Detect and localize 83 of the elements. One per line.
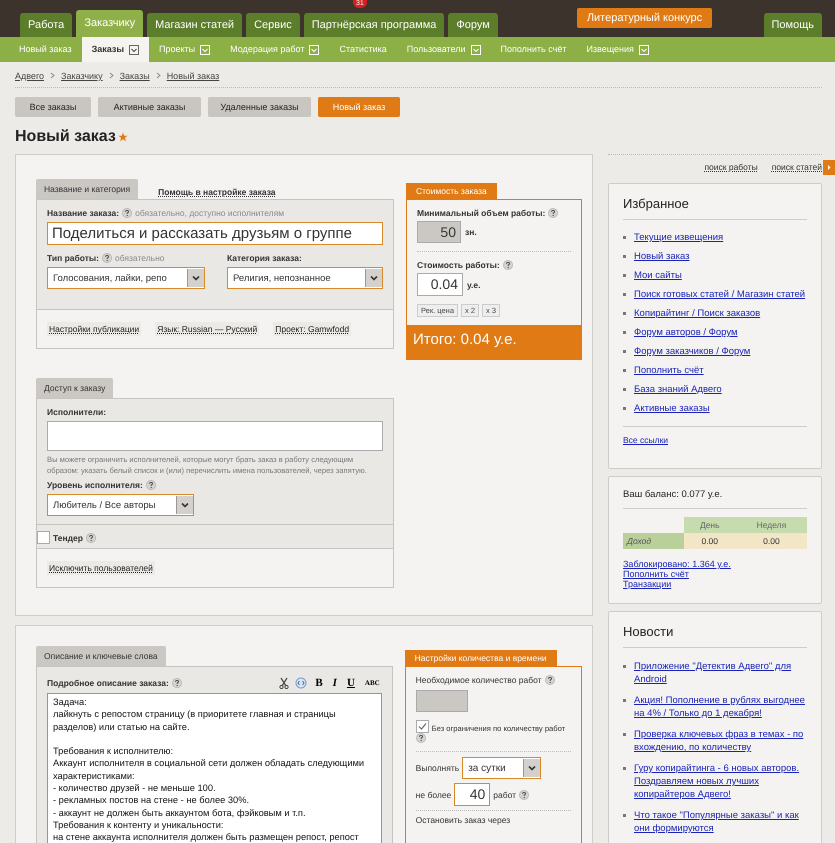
balance-title: Ваш баланс: 0.077 у.е.	[623, 489, 807, 509]
section-tab[interactable]: Описание и ключевые слова	[36, 646, 166, 666]
category-select[interactable]: Религия, непознанное	[226, 267, 383, 289]
section-tab[interactable]: Доступ к заказу	[36, 378, 114, 398]
field-hint: обязательно, доступно исполнителям	[135, 208, 284, 218]
favorite-link[interactable]: Пополнить счёт	[634, 364, 704, 377]
unit-label: работ	[493, 790, 516, 800]
news-link[interactable]: Гуру копирайтинга - 6 новых авторов. Поздравляем новых лучших копирайтеров Адвего!	[634, 762, 807, 801]
exclude-users-link[interactable]: Исключить пользователей	[47, 561, 155, 575]
favorite-link[interactable]: Новый заказ	[634, 250, 690, 263]
breadcrumb-link[interactable]: Адвего	[15, 71, 44, 81]
nav-tab[interactable]: Магазин статей	[147, 13, 242, 37]
subnav-item[interactable]: Заказы	[82, 37, 150, 62]
format-button[interactable]: U	[344, 677, 357, 689]
page-title: Новый заказ	[15, 128, 116, 146]
field-hint: обязательно	[115, 253, 165, 263]
description-field[interactable]: Задача: лайкнуть с репостом страницу (в приоритете главная и страницы разделов) или статью на сайте. Требования к исполнителю: Аккаунт исполнителя в социальной сети должен обладать следующими характеристиками: - количество друзей - не меньше 100. - рекламных постов на стене - не более 30%. - аккаунт не должен быть аккаунтом бота, фэйковым и т.п. Требования к контенту и уникальности: на стене аккаунта исполнителя должен быть размещен репост, репост	[47, 693, 382, 843]
breadcrumb-link[interactable]: Заказы	[120, 71, 150, 81]
panel-title: Новости	[623, 624, 807, 648]
field-label: не более	[416, 790, 452, 800]
nav-tab[interactable]: Сервис	[246, 13, 300, 37]
section-tab[interactable]: Помощь в настройке заказа	[150, 185, 284, 199]
panel-title: Избранное	[623, 196, 807, 220]
unit-label: у.е.	[467, 280, 480, 290]
field-label: Выполнять	[416, 763, 460, 773]
total-amount: Итого: 0.04 у.е.	[407, 325, 581, 359]
tender-label: Тендер	[53, 532, 83, 542]
unit-label: зн.	[465, 227, 477, 237]
balance-link[interactable]: Заблокировано: 1.364 у.е.	[623, 559, 731, 569]
period-select[interactable]: за сутки	[462, 757, 542, 779]
row-label: Доход	[623, 533, 684, 549]
order-tab[interactable]: Все заказы	[15, 97, 91, 117]
column-header: Неделя	[736, 517, 807, 533]
settings-link[interactable]: Настройки публикации	[47, 322, 142, 336]
news-link[interactable]: Проверка ключевых фраз в темах - по вхождению, по количеству	[634, 728, 807, 754]
column-header: День	[684, 517, 736, 533]
search-link[interactable]: поиск работы	[704, 162, 758, 172]
breadcrumb-link[interactable]: Заказчику	[61, 71, 103, 81]
format-button[interactable]: I	[330, 677, 339, 689]
field-label: Подробное описание заказа:	[47, 678, 169, 688]
favorite-link[interactable]: Текущие извещения	[634, 231, 724, 244]
nav-tab[interactable]: Партнёрская программа	[304, 13, 444, 37]
work-type-select[interactable]: Голосования, лайки, репо	[47, 267, 205, 289]
news-link[interactable]: Что такое "Популярные заказы" и как они формируются	[634, 809, 807, 835]
settings-link[interactable]: Язык: Russian — Русский	[155, 322, 260, 336]
field-label: Необходимое количество работ	[416, 675, 542, 685]
favorite-link[interactable]: Мои сайты	[634, 269, 682, 282]
field-label: Уровень исполнителя:	[47, 480, 143, 490]
field-label: Исполнители:	[47, 407, 106, 417]
all-links-link[interactable]: Все ссылки	[623, 435, 668, 445]
level-select[interactable]: Любитель / Все авторы	[47, 494, 194, 516]
table-cell: 0.00	[736, 533, 807, 549]
balance-link[interactable]: Пополнить счёт	[623, 569, 689, 579]
price-field[interactable]: 0.04	[417, 273, 463, 296]
field-label: Стоимость работы:	[417, 260, 500, 270]
order-tab[interactable]: Удаленные заказы	[208, 97, 311, 117]
max-works-field[interactable]: 40	[454, 783, 490, 806]
favorite-link[interactable]: Копирайтинг / Поиск заказов	[634, 307, 760, 320]
breadcrumb-link[interactable]: Новый заказ	[166, 71, 220, 81]
field-label: Минимальный объем работы:	[417, 208, 546, 218]
balance-link[interactable]: Транзакции	[623, 579, 672, 589]
favorite-link[interactable]: Форум заказчиков / Форум	[634, 345, 750, 358]
section-tab[interactable]: Название и категория	[36, 179, 138, 199]
favorite-link[interactable]: Активные заказы	[634, 402, 710, 415]
order-tab[interactable]: Активные заказы	[98, 97, 201, 117]
news-link[interactable]: Акция! Пополнение в рублях выгоднее на 4% / Только до 1 декабря!	[634, 694, 807, 720]
field-label: Остановить заказ через	[416, 815, 510, 825]
search-link[interactable]: поиск статей	[772, 162, 822, 172]
help-button[interactable]: Помощь	[764, 13, 822, 37]
nav-tab[interactable]: Работа	[20, 13, 72, 37]
field-label: Категория заказа:	[226, 253, 302, 263]
news-link[interactable]: Приложение "Детектив Адвего" для Android	[634, 660, 807, 686]
format-button[interactable]: B	[313, 677, 325, 689]
favorite-link[interactable]: Поиск готовых статей / Магазин статей	[634, 288, 806, 301]
favorite-link[interactable]: База знаний Адвего	[634, 383, 722, 396]
settings-link[interactable]: Проект: Gamwfodd	[273, 322, 352, 336]
favorite-link[interactable]: Форум авторов / Форум	[634, 326, 738, 339]
table-cell: 0.00	[684, 533, 736, 549]
min-volume-field[interactable]: 50	[417, 221, 461, 243]
field-label: Тип работы:	[47, 253, 99, 263]
field-label: Название заказа:	[47, 208, 120, 218]
order-name-field[interactable]: Поделиться и рассказать друзьям о группе	[47, 222, 383, 245]
nav-tab[interactable]: Форум	[448, 13, 498, 37]
